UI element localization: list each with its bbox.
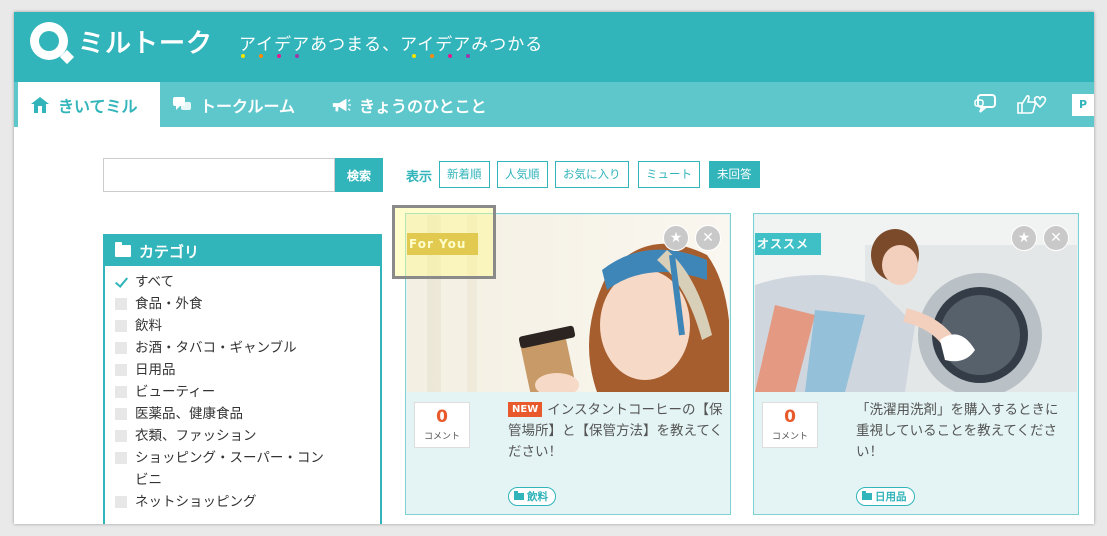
close-icon[interactable]: ✕: [695, 225, 721, 251]
nav-item-talkroom[interactable]: トークルーム: [160, 82, 307, 127]
checkbox-icon[interactable]: [115, 496, 127, 508]
card-actions: ★ ✕: [1011, 225, 1069, 251]
new-badge: NEW: [508, 402, 543, 417]
filter-unanswered[interactable]: 未回答: [709, 161, 760, 188]
dot-pink: [277, 54, 281, 58]
folder-icon: [862, 491, 872, 500]
card-actions: ★ ✕: [663, 225, 721, 251]
nav-chat-icon[interactable]: [974, 92, 998, 116]
checkbox-icon[interactable]: [115, 452, 127, 464]
category-item-alcohol[interactable]: お酒・タバコ・ギャンブル: [115, 337, 380, 359]
folder-icon: [514, 491, 524, 500]
category-item-all[interactable]: すべて: [115, 271, 380, 293]
checkbox-icon[interactable]: [115, 298, 127, 310]
comment-count: 0 コメント: [762, 402, 818, 448]
comment-count-value: 0: [784, 407, 796, 427]
category-tag[interactable]: 日用品: [856, 487, 915, 506]
house-icon: [30, 96, 50, 114]
ribbon-recommended: オススメ: [755, 233, 822, 255]
nav-item-hitokoto[interactable]: きょうのひとこと: [319, 82, 499, 127]
checkbox-icon[interactable]: [115, 430, 127, 442]
category-item-drinks[interactable]: 飲料: [115, 315, 380, 337]
search-input[interactable]: [103, 158, 335, 192]
category-title: カテゴリ: [139, 242, 200, 261]
category-item-shopping[interactable]: ショッピング・スーパー・コンビニ: [115, 447, 380, 491]
site-header: ミルトーク アイデアあつまる、アイデアみつかる: [14, 12, 1094, 82]
checkbox-icon[interactable]: [115, 408, 127, 420]
main-nav: きいてミル トークルーム きょうのひとこと P: [14, 82, 1094, 127]
logo-text: ミルトーク: [78, 28, 214, 59]
dot-orange: [430, 54, 434, 58]
category-item-food[interactable]: 食品・外食: [115, 293, 380, 315]
filter-muted[interactable]: ミュート: [638, 161, 700, 188]
dot-pink: [448, 54, 452, 58]
category-header: カテゴリ: [105, 236, 380, 266]
nav-item-kiitemiru[interactable]: きいてミル: [18, 82, 160, 127]
nav-thumb-heart-icon[interactable]: [1016, 92, 1048, 116]
category-item-beauty[interactable]: ビューティー: [115, 381, 380, 403]
browser-frame: ミルトーク アイデアあつまる、アイデアみつかる きいてミル トークルーム きょう…: [14, 12, 1094, 524]
card-title[interactable]: 「洗濯用洗剤」を購入するときに重視していることを教えてください！: [856, 400, 1071, 463]
filter-label: 表示: [406, 170, 433, 185]
category-item-online-shopping[interactable]: ネットショッピング: [115, 491, 380, 513]
checkbox-icon[interactable]: [115, 342, 127, 354]
category-tag-label: 日用品: [875, 491, 907, 503]
category-item-fashion[interactable]: 衣類、ファッション: [115, 425, 380, 447]
category-panel: カテゴリ すべて 食品・外食 飲料 お酒・タバコ・ギャンブル 日用品 ビューティ…: [103, 234, 382, 524]
comment-count-value: 0: [436, 407, 448, 427]
comment-count: 0 コメント: [414, 402, 470, 448]
category-item-daily-goods[interactable]: 日用品: [115, 359, 380, 381]
magnifier-logo-icon: [30, 22, 68, 60]
user-menu-button[interactable]: P: [1072, 94, 1094, 116]
filter-newest[interactable]: 新着順: [439, 161, 490, 188]
card-title[interactable]: NEW インスタントコーヒーの【保管場所】と【保管方法】を教えてください！: [508, 400, 723, 463]
dot-purple: [466, 54, 470, 58]
tagline-dots-left: [241, 54, 299, 58]
checkbox-checked-icon[interactable]: [115, 276, 127, 288]
dot-purple: [295, 54, 299, 58]
category-tag[interactable]: 飲料: [508, 487, 556, 506]
checkbox-icon[interactable]: [115, 320, 127, 332]
card-title-text[interactable]: 「洗濯用洗剤」を購入するときに重視していることを教えてください！: [856, 402, 1059, 460]
chat-bubbles-icon: [172, 96, 192, 114]
filter-popular[interactable]: 人気順: [497, 161, 548, 188]
tagline-dots-right: [412, 54, 470, 58]
nav-item-label: トークルーム: [200, 96, 296, 116]
category-item-medicine[interactable]: 医薬品、健康食品: [115, 403, 380, 425]
tagline: アイデアあつまる、アイデアみつかる: [239, 35, 544, 55]
question-card[interactable]: オススメ ★ ✕ 0 コメント 「洗濯用洗剤」を購入するときに重視していることを…: [753, 213, 1079, 515]
folder-icon: [115, 242, 131, 257]
category-tag-label: 飲料: [527, 491, 548, 503]
checkbox-icon[interactable]: [115, 386, 127, 398]
site-logo[interactable]: ミルトーク: [30, 22, 213, 60]
checkbox-icon[interactable]: [115, 364, 127, 376]
comment-count-label: コメント: [423, 432, 460, 442]
search-button[interactable]: 検索: [335, 158, 383, 192]
comment-count-label: コメント: [771, 432, 808, 442]
filter-favorites[interactable]: お気に入り: [555, 161, 629, 188]
card-photo-laundry[interactable]: オススメ ★ ✕: [755, 215, 1077, 392]
category-list: すべて 食品・外食 飲料 お酒・タバコ・ギャンブル 日用品 ビューティー 医薬品…: [105, 266, 380, 513]
megaphone-icon: [331, 96, 351, 114]
favorite-star-icon[interactable]: ★: [663, 225, 689, 251]
dot-orange: [259, 54, 263, 58]
dot-yellow: [412, 54, 416, 58]
nav-item-label: きいてミル: [58, 96, 138, 116]
dot-yellow: [241, 54, 245, 58]
highlight-box: [392, 205, 496, 279]
favorite-star-icon[interactable]: ★: [1011, 225, 1037, 251]
nav-item-label: きょうのひとこと: [359, 96, 487, 116]
close-icon[interactable]: ✕: [1043, 225, 1069, 251]
